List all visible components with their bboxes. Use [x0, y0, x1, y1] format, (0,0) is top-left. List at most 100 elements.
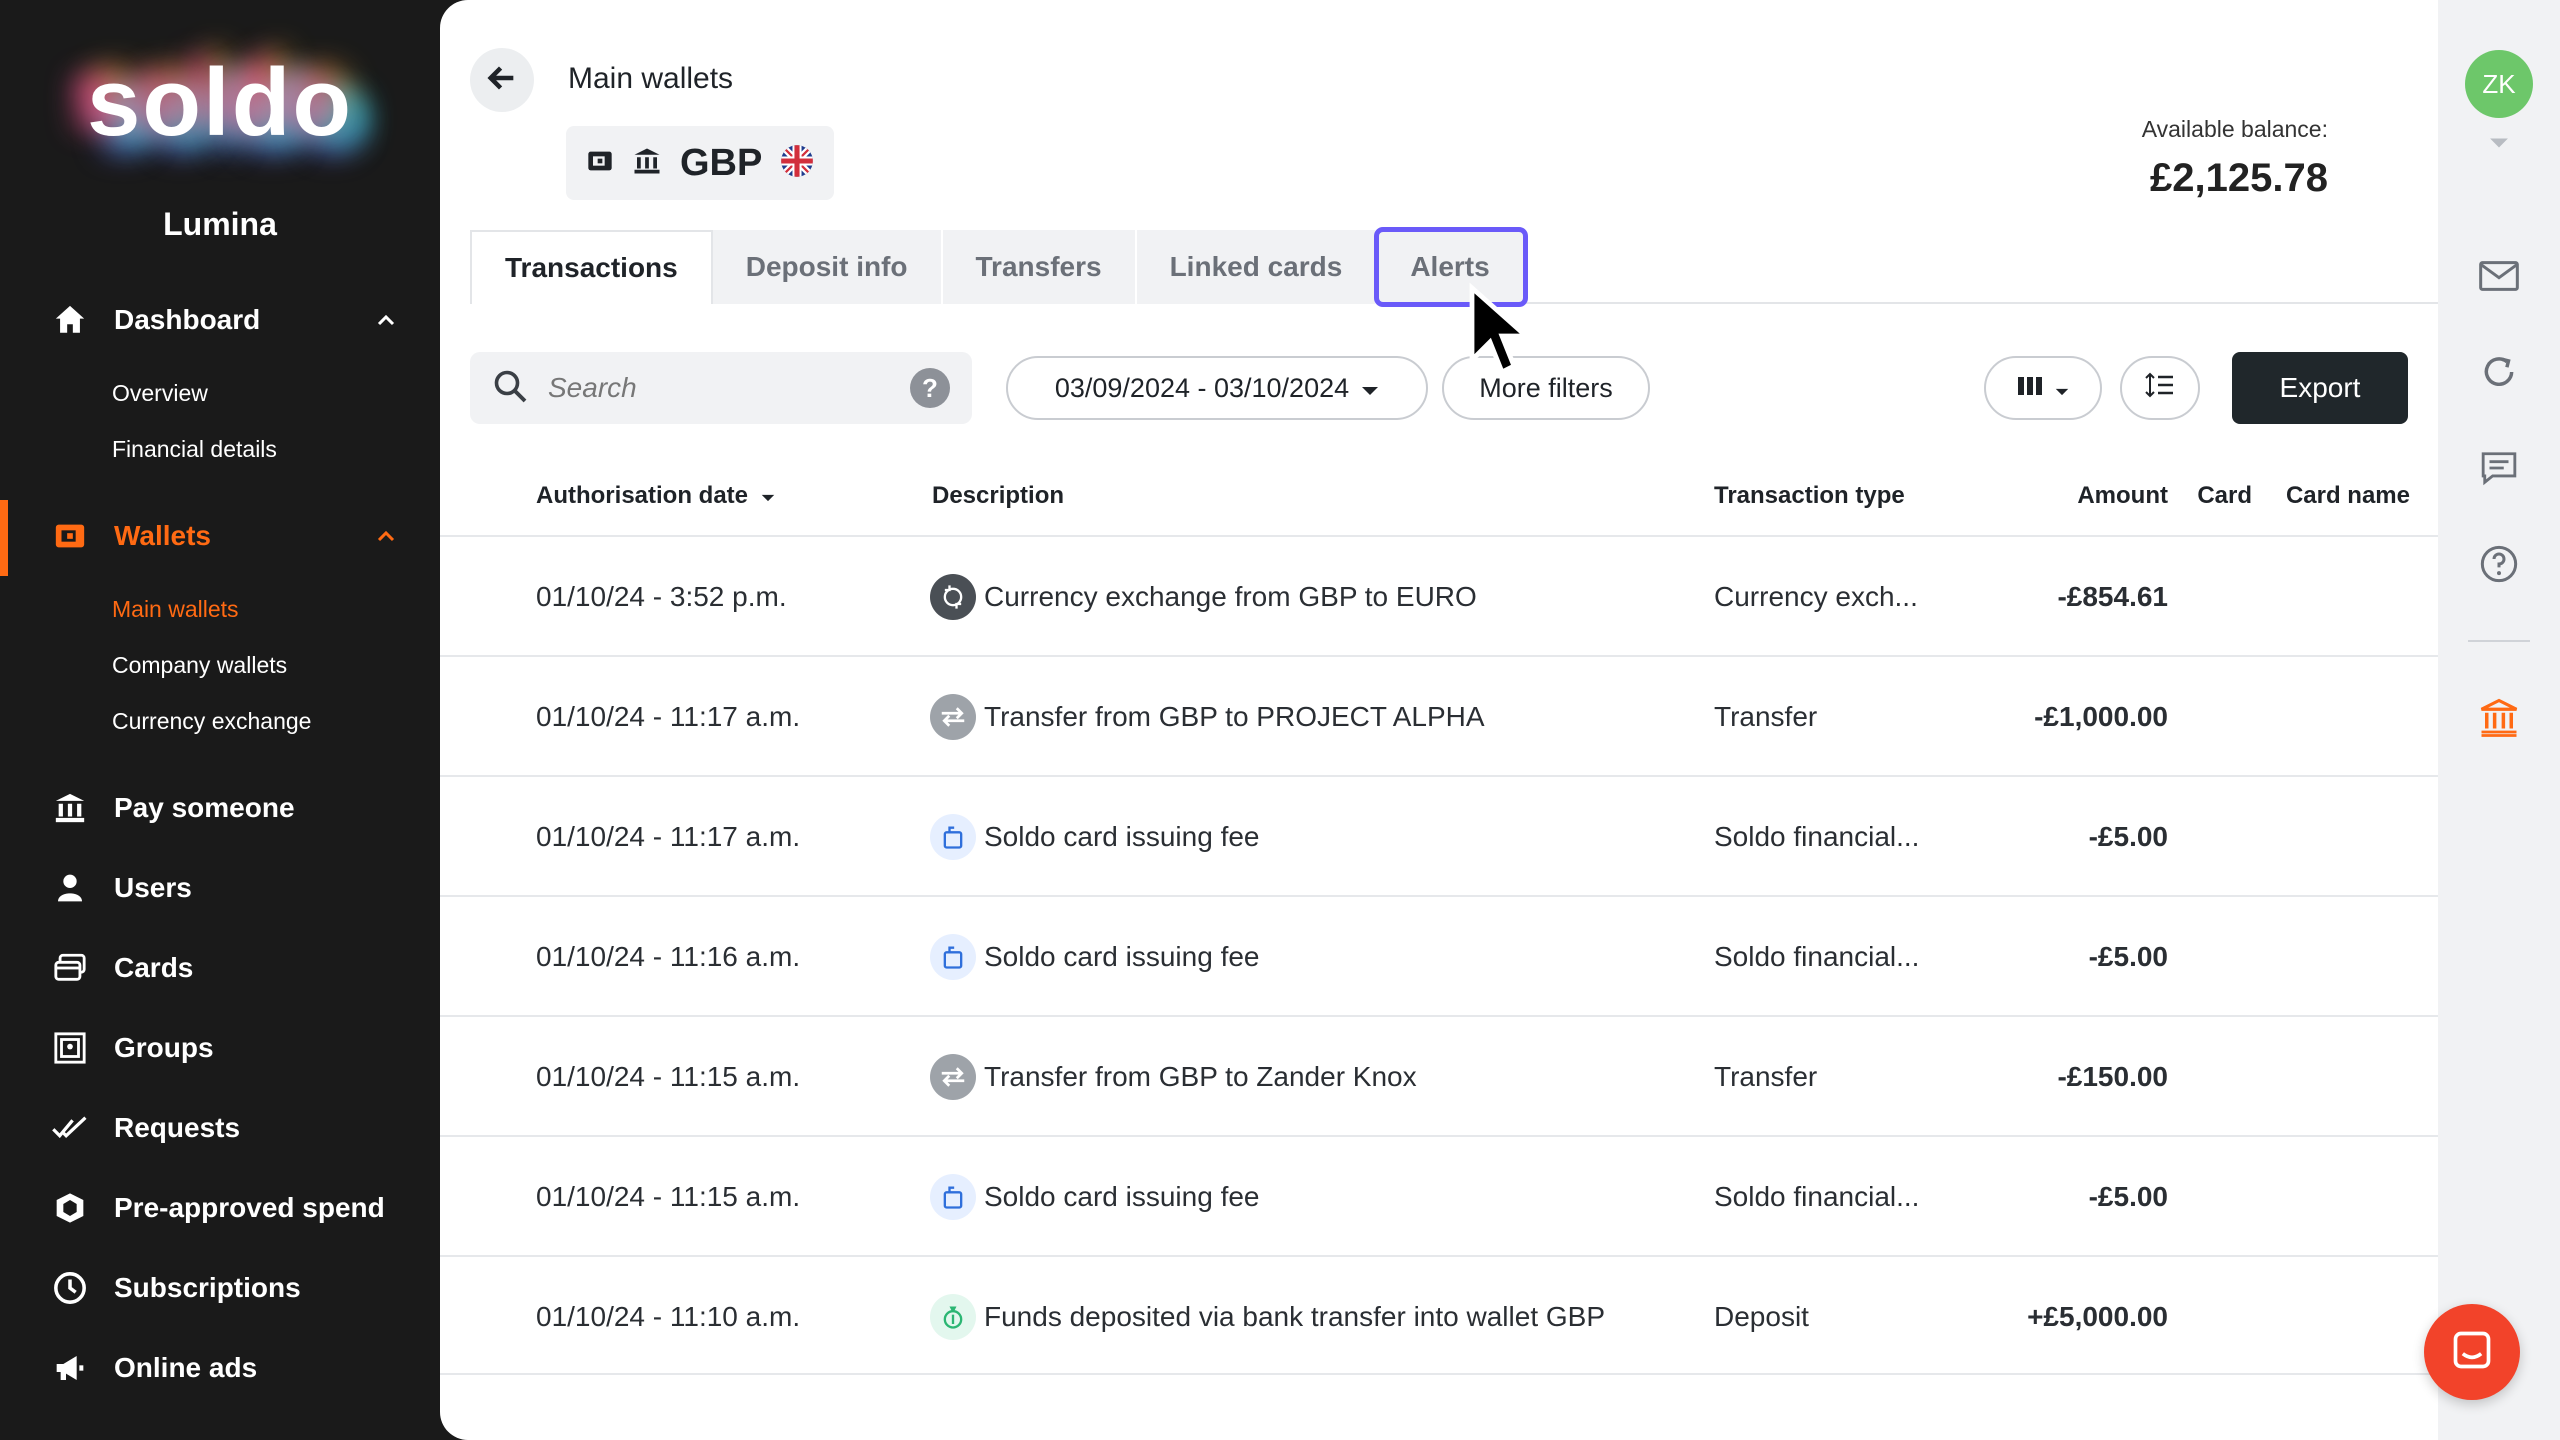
row-date: 01/10/24 - 3:52 p.m. — [536, 581, 787, 612]
sidebar-item-label: Dashboard — [114, 304, 261, 335]
table-row[interactable]: 01/10/24 - 11:15 a.m. Transfer from GBP … — [440, 1015, 2438, 1135]
transfer-icon — [930, 694, 976, 740]
comment-icon[interactable] — [2475, 444, 2523, 492]
chevron-up-icon[interactable] — [374, 308, 398, 340]
fee-icon — [930, 1174, 976, 1220]
row-type: Currency exch... — [1714, 581, 1918, 612]
table-row[interactable]: 01/10/24 - 11:17 a.m. Transfer from GBP … — [440, 655, 2438, 775]
row-amount: -£5.00 — [2088, 821, 2168, 852]
sidebar-item-pay-someone[interactable]: Pay someone — [0, 776, 440, 840]
table-row[interactable]: 01/10/24 - 3:52 p.m. Currency exchange f… — [440, 535, 2438, 655]
chat-icon — [2450, 1328, 2494, 1377]
sidebar-subitem-financial-details[interactable]: Financial details — [112, 436, 277, 463]
column-header-authorisation-date[interactable]: Authorisation date — [536, 482, 775, 510]
mail-icon[interactable] — [2475, 252, 2523, 300]
row-type: Transfer — [1714, 1061, 1818, 1092]
sidebar-subitem-main-wallets[interactable]: Main wallets — [112, 596, 239, 623]
tab-deposit-info[interactable]: Deposit info — [712, 230, 943, 304]
sidebar-item-label: Subscriptions — [114, 1272, 301, 1303]
sidebar-item-label: Cards — [114, 952, 194, 983]
row-description: Soldo card issuing fee — [930, 897, 1260, 1017]
wallet-currency: GBP — [680, 141, 763, 184]
density-button[interactable] — [2120, 356, 2200, 420]
mouse-cursor-icon — [1466, 282, 1538, 383]
uk-flag-icon — [780, 144, 814, 183]
chevron-up-icon[interactable] — [374, 524, 398, 556]
sidebar-item-label: Online ads — [114, 1352, 258, 1383]
sidebar: soldo Lumina Dashboard Overview Financia… — [0, 0, 440, 1440]
date-range-picker[interactable]: 03/09/2024 - 03/10/2024 — [1006, 356, 1428, 420]
sidebar-item-dashboard[interactable]: Dashboard — [0, 288, 440, 352]
column-header-transaction-type: Transaction type — [1714, 482, 1905, 509]
caret-down-icon — [2055, 373, 2069, 404]
tab-transactions[interactable]: Transactions — [470, 230, 713, 304]
row-description: Funds deposited via bank transfer into w… — [930, 1257, 1605, 1377]
row-amount: -£150.00 — [2057, 1061, 2168, 1092]
wallet-selector[interactable]: GBP — [566, 126, 835, 200]
refresh-icon[interactable] — [2475, 348, 2523, 396]
chat-launcher-button[interactable] — [2424, 1304, 2520, 1400]
help-icon[interactable]: ? — [910, 368, 950, 408]
soldo-logo[interactable]: soldo — [0, 48, 440, 158]
row-amount: -£5.00 — [2088, 941, 2168, 972]
row-type: Soldo financial... — [1714, 941, 1920, 972]
table-row[interactable]: 01/10/24 - 11:16 a.m. Soldo card issuing… — [440, 895, 2438, 1015]
tab-transfers[interactable]: Transfers — [942, 230, 1137, 304]
search-box: ? — [470, 352, 972, 424]
row-description: Transfer from GBP to PROJECT ALPHA — [930, 657, 1485, 777]
sidebar-item-groups[interactable]: Groups — [0, 1016, 440, 1080]
date-range-value: 03/09/2024 - 03/10/2024 — [1054, 372, 1350, 403]
column-header-card: Card — [2197, 482, 2252, 509]
row-amount: -£1,000.00 — [2034, 701, 2168, 732]
sidebar-item-wallets[interactable]: Wallets — [0, 504, 440, 568]
back-button[interactable] — [470, 48, 534, 112]
avatar[interactable]: ZK — [2465, 50, 2533, 118]
table-row[interactable]: 01/10/24 - 11:15 a.m. Soldo card issuing… — [440, 1135, 2438, 1255]
balance-label: Available balance: — [2141, 116, 2328, 142]
row-amount: -£5.00 — [2088, 1181, 2168, 1212]
help-circle-icon[interactable] — [2475, 540, 2523, 588]
sidebar-item-cards[interactable]: Cards — [0, 936, 440, 1000]
search-icon — [492, 368, 528, 409]
organisation-name: Lumina — [163, 206, 277, 242]
row-description: Currency exchange from GBP to EURO — [930, 537, 1477, 657]
user-icon — [50, 868, 90, 908]
sidebar-item-subscriptions[interactable]: Subscriptions — [0, 1256, 440, 1320]
table-row[interactable]: 01/10/24 - 11:17 a.m. Soldo card issuing… — [440, 775, 2438, 895]
main-content: Main wallets GBP Available balance: £2,1… — [440, 0, 2438, 1440]
row-date: 01/10/24 - 11:17 a.m. — [536, 821, 801, 852]
row-date: 01/10/24 - 11:10 a.m. — [536, 1301, 801, 1332]
caret-down-icon[interactable] — [2489, 136, 2509, 155]
row-description: Soldo card issuing fee — [930, 1137, 1260, 1257]
caret-down-icon — [1361, 373, 1379, 404]
sidebar-item-label: Groups — [114, 1032, 214, 1063]
column-header-amount: Amount — [2077, 482, 2168, 509]
wallet-icon — [50, 516, 90, 556]
row-type: Transfer — [1714, 701, 1818, 732]
sidebar-subitem-currency-exchange[interactable]: Currency exchange — [112, 708, 311, 735]
groups-icon — [50, 1028, 90, 1068]
sidebar-item-requests[interactable]: Requests — [0, 1096, 440, 1160]
row-date: 01/10/24 - 11:15 a.m. — [536, 1181, 801, 1212]
sidebar-subitem-company-wallets[interactable]: Company wallets — [112, 652, 287, 679]
sidebar-item-users[interactable]: Users — [0, 856, 440, 920]
right-rail: ZK — [2438, 0, 2560, 1440]
row-date: 01/10/24 - 11:17 a.m. — [536, 701, 801, 732]
sidebar-item-online-ads[interactable]: Online ads — [0, 1336, 440, 1400]
wallet-icon — [586, 147, 614, 180]
bank-icon[interactable] — [2475, 694, 2523, 742]
column-header-description: Description — [932, 482, 1065, 509]
search-input[interactable] — [548, 372, 868, 404]
tab-linked-cards[interactable]: Linked cards — [1136, 230, 1378, 304]
sidebar-item-pre-approved-spend[interactable]: Pre-approved spend — [0, 1176, 440, 1240]
row-description: Transfer from GBP to Zander Knox — [930, 1017, 1417, 1137]
currency-exchange-icon — [930, 574, 976, 620]
columns-button[interactable] — [1984, 356, 2102, 420]
sidebar-subitem-overview[interactable]: Overview — [112, 380, 208, 407]
table-row[interactable]: 01/10/24 - 11:10 a.m. Funds deposited vi… — [440, 1255, 2438, 1375]
transfer-icon — [930, 1054, 976, 1100]
row-amount: +£5,000.00 — [2027, 1301, 2168, 1332]
columns-icon — [2017, 373, 2043, 404]
export-button[interactable]: Export — [2232, 352, 2408, 424]
cards-icon — [50, 948, 90, 988]
